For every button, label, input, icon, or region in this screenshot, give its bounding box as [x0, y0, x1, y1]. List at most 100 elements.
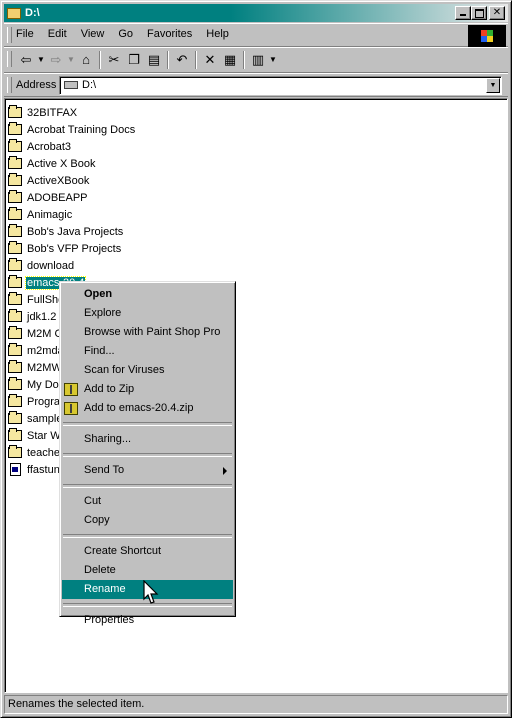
folder-icon: [8, 394, 22, 407]
file-name: jdk1.2: [27, 310, 57, 323]
folder-icon: [8, 428, 22, 441]
undo-icon[interactable]: ↶: [172, 51, 192, 69]
folder-icon: [8, 156, 22, 169]
list-item[interactable]: Animagic: [8, 206, 136, 223]
context-menu-item-copy[interactable]: Copy: [62, 511, 233, 530]
file-name: Progra: [27, 395, 61, 408]
address-grip[interactable]: [7, 77, 12, 93]
properties-icon[interactable]: ▦: [220, 51, 240, 69]
folder-icon: [8, 241, 22, 254]
back-dropdown-icon[interactable]: ▼: [36, 51, 46, 69]
folder-icon: [8, 173, 22, 186]
menu-separator: [63, 534, 232, 538]
list-item[interactable]: 32BITFAX: [8, 104, 136, 121]
file-icon: [10, 463, 21, 476]
folder-icon: [8, 122, 22, 135]
context-menu-item-create-shortcut[interactable]: Create Shortcut: [62, 542, 233, 561]
menu-edit[interactable]: Edit: [48, 28, 67, 40]
context-menu-item-browse-with-paint-shop-pro[interactable]: Browse with Paint Shop Pro: [62, 323, 233, 342]
title-bar[interactable]: D:\ ✕: [4, 4, 508, 22]
folder-icon: [8, 377, 22, 390]
minimize-button[interactable]: [455, 6, 471, 20]
context-menu-item-delete[interactable]: Delete: [62, 561, 233, 580]
windows-logo-icon: [468, 25, 506, 47]
list-item[interactable]: ADOBEAPP: [8, 189, 136, 206]
copy-icon[interactable]: ❐: [124, 51, 144, 69]
menu-bar: File Edit View Go Favorites Help: [4, 23, 508, 47]
address-label: Address: [16, 79, 57, 91]
close-button[interactable]: ✕: [489, 6, 505, 20]
menu-file[interactable]: File: [16, 28, 34, 40]
folder-icon: [8, 445, 22, 458]
list-item[interactable]: Acrobat Training Docs: [8, 121, 136, 138]
submenu-arrow-icon: [223, 467, 227, 475]
context-menu-item-properties[interactable]: Properties: [62, 611, 233, 630]
folder-icon: [8, 275, 22, 288]
file-name: 32BITFAX: [27, 106, 78, 119]
toolbar-separator: [243, 51, 245, 69]
cut-icon[interactable]: ✂: [104, 51, 124, 69]
menu-view[interactable]: View: [81, 28, 105, 40]
status-text: Renames the selected item.: [8, 698, 145, 710]
context-menu-label: Copy: [84, 514, 110, 526]
context-menu-item-add-to-emacs-20-4-zip[interactable]: Add to emacs-20.4.zip: [62, 399, 233, 418]
toolbar-grip[interactable]: [7, 51, 12, 67]
folder-icon: [8, 190, 22, 203]
context-menu-item-scan-for-viruses[interactable]: Scan for Viruses: [62, 361, 233, 380]
zip-icon: [64, 402, 78, 415]
menu-separator: [63, 484, 232, 488]
list-item[interactable]: Acrobat3: [8, 138, 136, 155]
up-folder-icon[interactable]: ⌂: [76, 51, 96, 69]
context-menu-item-sharing[interactable]: Sharing...: [62, 430, 233, 449]
list-item[interactable]: Active X Book: [8, 155, 136, 172]
toolbar: ⇦ ▼ ⇨ ▼ ⌂ ✂ ❐ ▤ ↶ ✕ ▦ ▥ ▼: [4, 47, 508, 73]
context-menu: Open Explore Browse with Paint Shop Pro Fin…: [59, 281, 236, 626]
forward-icon[interactable]: ⇨: [46, 51, 66, 69]
context-menu-label: Create Shortcut: [84, 545, 162, 557]
context-menu-item-explore[interactable]: Explore: [62, 304, 233, 323]
back-icon[interactable]: ⇦: [16, 51, 36, 69]
list-item[interactable]: Bob's VFP Projects: [8, 240, 136, 257]
menu-favorites[interactable]: Favorites: [147, 28, 192, 40]
chevron-down-icon[interactable]: ▼: [486, 78, 500, 93]
file-name: Active X Book: [27, 157, 96, 170]
delete-icon[interactable]: ✕: [200, 51, 220, 69]
file-name: Acrobat3: [27, 140, 72, 153]
forward-dropdown-icon[interactable]: ▼: [66, 51, 76, 69]
menu-help[interactable]: Help: [206, 28, 229, 40]
file-name: Bob's Java Projects: [27, 225, 124, 238]
menu-go[interactable]: Go: [118, 28, 133, 40]
list-item[interactable]: ActiveXBook: [8, 172, 136, 189]
context-menu-item-open[interactable]: Open: [62, 285, 233, 304]
context-menu-label: Rename: [84, 583, 126, 595]
menu-grip[interactable]: [7, 27, 12, 43]
file-name: ActiveXBook: [27, 174, 90, 187]
address-input[interactable]: D:\ ▼: [59, 76, 502, 95]
folder-icon: [7, 7, 21, 19]
file-name: M2M C: [27, 327, 63, 340]
context-menu-item-cut[interactable]: Cut: [62, 492, 233, 511]
file-name: ffastun: [27, 463, 60, 476]
views-icon[interactable]: ▥: [248, 51, 268, 69]
list-item[interactable]: Bob's Java Projects: [8, 223, 136, 240]
toolbar-separator: [195, 51, 197, 69]
folder-icon: [8, 309, 22, 322]
context-menu-item-add-to-zip[interactable]: Add to Zip: [62, 380, 233, 399]
drive-icon: [64, 81, 78, 89]
context-menu-label: Sharing...: [84, 433, 132, 445]
maximize-button[interactable]: [471, 6, 487, 20]
file-name: Star W: [27, 429, 61, 442]
views-dropdown-icon[interactable]: ▼: [268, 51, 278, 69]
context-menu-label: Delete: [84, 564, 116, 576]
folder-icon: [8, 343, 22, 356]
context-menu-item-send-to[interactable]: Send To: [62, 461, 233, 480]
file-name: Acrobat Training Docs: [27, 123, 136, 136]
status-bar: Renames the selected item.: [4, 695, 508, 714]
menu-separator: [63, 453, 232, 457]
paste-icon[interactable]: ▤: [144, 51, 164, 69]
list-item[interactable]: download: [8, 257, 136, 274]
toolbar-separator: [167, 51, 169, 69]
context-menu-item-find[interactable]: Find...: [62, 342, 233, 361]
file-name: M2MW: [27, 361, 62, 374]
context-menu-label: Scan for Viruses: [84, 364, 165, 376]
